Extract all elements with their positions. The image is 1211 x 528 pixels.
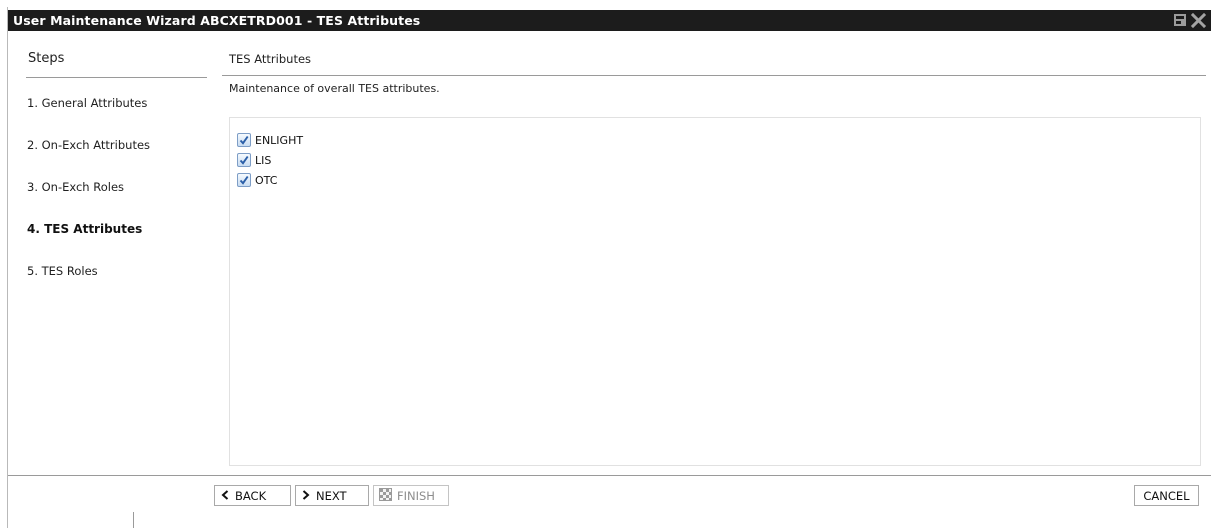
title-bar: User Maintenance Wizard ABCXETRD001 - TE… xyxy=(8,10,1211,31)
wizard-window: User Maintenance Wizard ABCXETRD001 - TE… xyxy=(7,7,1211,528)
checkmark-icon xyxy=(239,155,249,165)
step-tes-roles[interactable]: 5. TES Roles xyxy=(27,264,98,278)
section-divider xyxy=(222,75,1206,76)
chevron-left-icon xyxy=(220,489,230,503)
steps-heading: Steps xyxy=(28,51,65,66)
lis-label: LIS xyxy=(255,153,272,167)
cancel-label: CANCEL xyxy=(1143,488,1190,503)
window-title: User Maintenance Wizard ABCXETRD001 - TE… xyxy=(13,13,421,28)
step-general-attributes[interactable]: 1. General Attributes xyxy=(27,96,147,110)
restore-icon[interactable] xyxy=(1173,13,1188,28)
checkmark-icon xyxy=(239,175,249,185)
section-description: Maintenance of overall TES attributes. xyxy=(229,82,440,95)
enlight-checkbox[interactable] xyxy=(237,133,251,147)
otc-checkbox[interactable] xyxy=(237,173,251,187)
attribute-row-lis[interactable]: LIS xyxy=(237,152,271,168)
back-label: BACK xyxy=(235,488,267,503)
steps-divider xyxy=(26,77,207,78)
step-on-exch-roles[interactable]: 3. On-Exch Roles xyxy=(27,180,124,194)
step-on-exch-attributes[interactable]: 2. On-Exch Attributes xyxy=(27,138,150,152)
finish-button[interactable]: FINISH xyxy=(373,485,449,506)
attribute-row-otc[interactable]: OTC xyxy=(237,172,277,188)
back-button[interactable]: BACK xyxy=(214,485,291,506)
section-title: TES Attributes xyxy=(229,52,312,66)
enlight-label: ENLIGHT xyxy=(255,133,304,147)
step-tes-attributes[interactable]: 4. TES Attributes xyxy=(27,222,142,236)
title-bar-controls xyxy=(1173,12,1207,29)
next-button[interactable]: NEXT xyxy=(295,485,369,506)
cancel-button[interactable]: CANCEL xyxy=(1134,485,1199,506)
checkmark-icon xyxy=(239,135,249,145)
otc-label: OTC xyxy=(255,173,278,187)
footer-divider xyxy=(8,475,1211,476)
footer-separator xyxy=(133,512,134,528)
chevron-right-icon xyxy=(301,489,311,503)
lis-checkbox[interactable] xyxy=(237,153,251,167)
attribute-row-enlight[interactable]: ENLIGHT xyxy=(237,132,303,148)
next-label: NEXT xyxy=(316,488,347,503)
attributes-panel: ENLIGHT LIS OTC xyxy=(229,117,1201,466)
close-icon[interactable] xyxy=(1190,12,1207,29)
finish-flag-icon xyxy=(379,487,392,504)
finish-label: FINISH xyxy=(397,488,435,503)
